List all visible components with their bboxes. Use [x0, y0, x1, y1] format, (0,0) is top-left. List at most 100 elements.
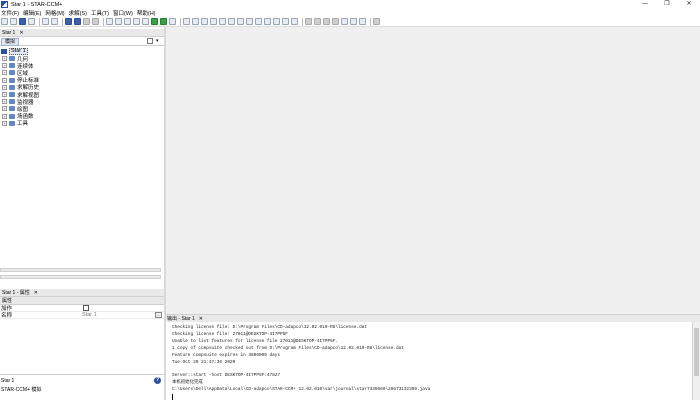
orbit-icon[interactable] [228, 18, 235, 25]
save-as-icon[interactable] [28, 18, 35, 25]
save-icon[interactable] [19, 18, 26, 25]
simulation-panel-header: Star 1 ✕ [0, 29, 164, 37]
rotate-left-icon[interactable] [210, 18, 217, 25]
expand-icon[interactable]: + [2, 106, 7, 112]
zoom-icon[interactable] [246, 18, 253, 25]
menu-tools[interactable]: 工具(T) [91, 9, 109, 17]
first-frame-icon[interactable] [323, 18, 330, 25]
settings-icon[interactable] [373, 18, 380, 25]
simulation-panel-title: Star 1 [2, 29, 16, 36]
toolbar-separator [103, 17, 104, 26]
close-icon[interactable]: ✕ [19, 30, 23, 36]
log-line: C:\Users\Dell\AppData\Local\CD-adapco\ST… [172, 387, 431, 393]
step-icon[interactable] [74, 18, 81, 25]
menu-solve[interactable]: 求解(S) [69, 9, 87, 17]
expand-icon[interactable]: + [2, 70, 7, 76]
interrupt-icon[interactable] [169, 18, 176, 25]
view-icon[interactable] [255, 18, 262, 25]
close-icon[interactable]: ✕ [199, 316, 203, 322]
play-icon[interactable] [305, 18, 312, 25]
app-icon [1, 1, 8, 8]
tree-horizontal-scrollbar-2[interactable] [0, 275, 161, 279]
help-icon[interactable]: ? [154, 377, 161, 384]
title-bar: Star 1 - STAR-CCM+ — ❐ ✕ [0, 0, 700, 9]
rotate-right-icon[interactable] [219, 18, 226, 25]
property-checkbox[interactable] [83, 305, 89, 311]
menu-window[interactable]: 窗口(W) [113, 9, 133, 17]
run-icon[interactable] [65, 18, 72, 25]
filter-icon[interactable] [147, 38, 153, 44]
log-line: Server::start -host DESKTOP-4I7PP5F:4782… [172, 373, 281, 379]
folder-icon [9, 84, 15, 90]
expand-icon[interactable]: + [2, 113, 7, 119]
expand-icon[interactable]: + [2, 77, 7, 83]
fit-icon[interactable] [201, 18, 208, 25]
expand-icon[interactable]: + [2, 99, 7, 105]
animation-icon[interactable] [341, 18, 348, 25]
folder-icon [9, 77, 15, 83]
expand-icon[interactable]: + [2, 92, 7, 98]
probe-icon[interactable] [282, 18, 289, 25]
expand-icon[interactable]: + [2, 56, 7, 62]
toolbar-separator [39, 17, 40, 26]
grid-icon[interactable] [192, 18, 199, 25]
last-frame-icon[interactable] [332, 18, 339, 25]
output-vertical-scrollbar[interactable] [692, 322, 700, 400]
initialize-icon[interactable] [142, 18, 149, 25]
property-value [82, 305, 164, 311]
log-line: 本机初始化完成 [172, 380, 203, 386]
menu-help[interactable]: 帮助(H) [137, 9, 156, 17]
section-icon[interactable] [273, 18, 280, 25]
scrollbar-thumb[interactable] [694, 328, 699, 376]
open-file-icon[interactable] [10, 18, 17, 25]
mesh-icon[interactable] [106, 18, 113, 25]
scene-icon[interactable] [183, 18, 190, 25]
menu-edit[interactable]: 编辑(E) [23, 9, 41, 17]
toolbar-separator [370, 17, 371, 26]
close-icon[interactable]: ✕ [34, 290, 38, 296]
chevron-down-icon[interactable]: ▾ [156, 38, 159, 44]
expand-icon[interactable]: + [2, 63, 7, 69]
help-subtitle: STAR-CCM+ 模拟 [1, 387, 42, 393]
folder-icon [9, 106, 15, 112]
close-button[interactable]: ✕ [678, 0, 700, 9]
menu-file[interactable]: 文件(F) [1, 9, 19, 17]
properties-panel: Star 1 - 属性 ✕ 属性 加作 名称 Star 1 … [0, 289, 164, 319]
log-line: Checking license file: 27011@DESKTOP-4I7… [172, 331, 288, 337]
tab-simulation[interactable]: 模拟 [1, 38, 19, 46]
folder-icon [9, 70, 15, 76]
tree-node-tools[interactable]: + 工具 [0, 120, 164, 127]
ellipsis-button[interactable]: … [155, 312, 162, 318]
output-log[interactable]: Checking license file: D:\Program Files\… [166, 322, 692, 401]
folder-icon [9, 56, 15, 62]
pan-icon[interactable] [237, 18, 244, 25]
surface-icon[interactable] [115, 18, 122, 25]
camera-icon[interactable] [291, 18, 298, 25]
new-file-icon[interactable] [1, 18, 8, 25]
export-icon[interactable] [359, 18, 366, 25]
image-icon[interactable] [350, 18, 357, 25]
minimize-button[interactable]: — [634, 0, 656, 9]
graphics-area[interactable] [166, 27, 700, 314]
paste-icon[interactable] [51, 18, 58, 25]
flag-icon[interactable] [151, 18, 158, 25]
tree-horizontal-scrollbar[interactable] [0, 268, 161, 272]
copy-icon[interactable] [42, 18, 49, 25]
left-pane: Star 1 ✕ 模拟 ▾ Star 1 + 几何 + 连续体 + 区域 + 停止标准 … [0, 29, 164, 400]
volume-mesh-icon[interactable] [124, 18, 131, 25]
record-icon[interactable] [314, 18, 321, 25]
expand-icon[interactable]: + [2, 84, 7, 90]
run-person-icon[interactable] [160, 18, 167, 25]
restore-button[interactable]: ❐ [656, 0, 678, 9]
menu-mesh[interactable]: 网格(M) [45, 9, 64, 17]
clear-mesh-icon[interactable] [133, 18, 140, 25]
pause-icon[interactable] [83, 18, 90, 25]
expand-icon[interactable]: + [2, 120, 7, 126]
folder-icon [9, 113, 15, 119]
select-icon[interactable] [264, 18, 271, 25]
properties-table: 加作 名称 Star 1 … [0, 305, 164, 319]
stop-icon[interactable] [92, 18, 99, 25]
property-value[interactable]: Star 1 [82, 312, 164, 318]
folder-icon [9, 120, 15, 126]
tree-node-label: 工具 [17, 121, 29, 128]
